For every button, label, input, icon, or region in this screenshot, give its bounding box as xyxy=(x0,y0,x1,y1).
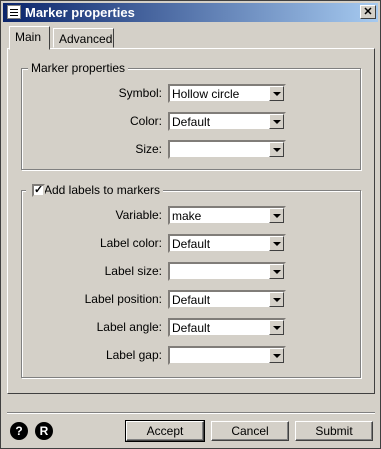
marker-properties-group-title: Marker properties xyxy=(28,61,129,75)
label-position-label: Label position: xyxy=(84,292,162,306)
label-angle-select[interactable]: Default xyxy=(168,318,286,337)
symbol-select[interactable]: Hollow circle xyxy=(168,84,286,103)
symbol-value: Hollow circle xyxy=(172,87,240,101)
chevron-down-icon[interactable] xyxy=(269,86,284,101)
labels-group: Add labels to markers ✓ Variable: make L… xyxy=(21,183,361,378)
footer-separator xyxy=(7,412,375,414)
label-angle-value: Default xyxy=(172,321,211,335)
close-button[interactable]: ✕ xyxy=(360,5,376,19)
window-icon xyxy=(7,5,21,19)
label-color-label: Label color: xyxy=(99,236,162,250)
size-select[interactable] xyxy=(168,140,286,159)
label-size-label: Label size: xyxy=(104,264,162,278)
chevron-down-icon[interactable] xyxy=(269,264,284,279)
submit-button[interactable]: Submit xyxy=(295,421,373,441)
label-size-select[interactable] xyxy=(168,262,286,281)
variable-value: make xyxy=(172,209,202,223)
color-value: Default xyxy=(172,115,211,129)
help-icon[interactable]: ? xyxy=(10,422,28,440)
color-label: Color: xyxy=(129,114,162,128)
marker-properties-group: Marker properties Symbol: Hollow circle … xyxy=(21,61,361,170)
main-tab-panel: Marker properties Symbol: Hollow circle … xyxy=(7,48,375,394)
window-title: Marker properties xyxy=(25,5,135,20)
label-color-select[interactable]: Default xyxy=(168,234,286,253)
label-angle-label: Label angle: xyxy=(96,320,162,334)
reset-icon[interactable]: R xyxy=(35,422,53,440)
label-position-value: Default xyxy=(172,293,211,307)
label-color-value: Default xyxy=(172,237,211,251)
label-gap-label: Label gap: xyxy=(105,348,162,362)
dialog-window: Marker properties ✕ Main Advanced Marker… xyxy=(0,0,381,449)
chevron-down-icon[interactable] xyxy=(269,320,284,335)
variable-select[interactable]: make xyxy=(168,206,286,225)
accept-button[interactable]: Accept xyxy=(125,420,205,442)
add-labels-checkbox[interactable]: ✓ xyxy=(32,184,45,197)
tab-main[interactable]: Main xyxy=(9,26,50,50)
chevron-down-icon[interactable] xyxy=(269,292,284,307)
color-select[interactable]: Default xyxy=(168,112,286,131)
chevron-down-icon[interactable] xyxy=(269,348,284,363)
tab-advanced[interactable]: Advanced xyxy=(53,28,114,48)
title-bar: Marker properties ✕ xyxy=(3,3,378,22)
label-position-select[interactable]: Default xyxy=(168,290,286,309)
add-labels-title: Add labels to markers xyxy=(26,183,164,197)
chevron-down-icon[interactable] xyxy=(269,114,284,129)
size-label: Size: xyxy=(135,142,162,156)
label-gap-select[interactable] xyxy=(168,346,286,365)
symbol-label: Symbol: xyxy=(118,86,162,100)
chevron-down-icon[interactable] xyxy=(269,236,284,251)
chevron-down-icon[interactable] xyxy=(269,208,284,223)
chevron-down-icon[interactable] xyxy=(269,142,284,157)
variable-label: Variable: xyxy=(115,208,162,222)
cancel-button[interactable]: Cancel xyxy=(211,421,289,441)
